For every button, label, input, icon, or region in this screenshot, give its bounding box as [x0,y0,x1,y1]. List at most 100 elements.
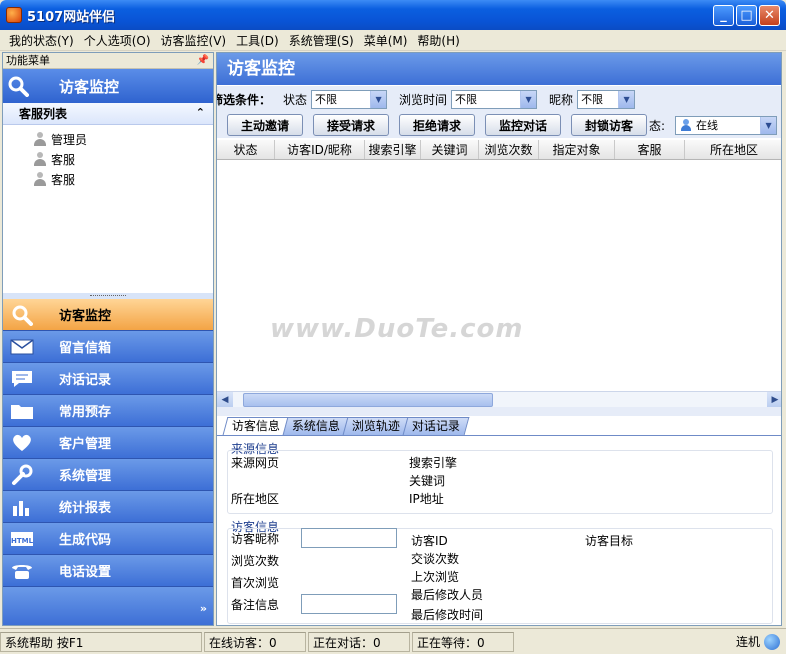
nickname-filter-value: 不限 [581,92,604,106]
search-icon [3,75,33,97]
status-chatting: 正在对话：0 [308,631,410,652]
col-keyword[interactable]: 关键词 [421,140,479,159]
function-menu-header: 功能菜单 📌 [3,53,213,69]
tab-chat-records[interactable]: 对话记录 [402,417,470,435]
mail-icon [7,335,37,359]
heart-icon [7,431,37,455]
user-name: 客服 [51,172,76,187]
tab-label: 浏览轨迹 [351,419,400,433]
nav-item-visitor-monitor[interactable]: 访客监控 [3,299,213,331]
action-toolbar: 主动邀请 接受请求 拒绝请求 监控对话 封锁访客 态: 在线 ▼ [217,112,781,138]
chevron-down-icon[interactable]: ▼ [370,90,387,108]
user-icon [33,132,47,146]
list-item[interactable]: 客服 [33,149,213,169]
tab-label: 系统信息 [291,419,340,433]
window-title: 5107网站伴侣 [27,9,116,25]
last-editor-label: 最后修改人员 [411,588,484,602]
filter-label: 筛选条件： [216,92,272,107]
scroll-left-icon[interactable]: ◀ [217,391,233,408]
chevron-down-icon[interactable]: ▼ [760,116,777,134]
chevron-down-icon[interactable]: ▼ [618,90,635,108]
nav-item-stat-report[interactable]: 统计报表 [3,491,213,523]
browse-count-label: 浏览次数 [231,554,280,568]
menu-visitor-monitor[interactable]: 访客监控(V) [156,32,232,49]
accept-request-button[interactable]: 接受请求 [313,114,389,136]
nav-list: 访客监控 留言信箱 对话记录 常用预存 客户管理 系统管理 统计报表 HTML [3,299,213,625]
html-icon: HTML [7,527,37,551]
user-icon [33,152,47,166]
status-help: 系统帮助 按F1 [0,631,202,652]
invite-button[interactable]: 主动邀请 [227,114,303,136]
connection-status[interactable]: 连机 [736,633,786,650]
col-status[interactable]: 状态 [217,140,275,159]
nav-item-phone-settings[interactable]: 电话设置 [3,555,213,587]
browse-time-value: 不限 [455,92,478,106]
scroll-thumb[interactable] [243,392,493,407]
menu-menu[interactable]: 菜单(M) [359,32,413,49]
tab-browse-trail[interactable]: 浏览轨迹 [342,417,410,435]
col-assigned-to[interactable]: 指定对象 [539,140,615,159]
grip-icon [90,295,126,297]
col-agent[interactable]: 客服 [615,140,685,159]
nav-label: 留言信箱 [59,341,112,356]
reject-request-button[interactable]: 拒绝请求 [399,114,475,136]
note-label: 备注信息 [231,598,280,612]
nav-item-gen-code[interactable]: HTML 生成代码 [3,523,213,555]
pin-icon[interactable]: 📌 [197,53,209,69]
banner-title: 访客监控 [59,77,120,96]
list-item[interactable]: 管理员 [33,129,213,149]
phone-icon [7,559,37,583]
visitor-grid-body[interactable] [217,160,781,392]
app-icon [6,7,22,23]
browse-time-select[interactable]: 不限 ▼ [451,89,538,109]
close-button[interactable]: ✕ [759,5,780,26]
note-input[interactable] [301,594,397,614]
status-bar: 系统帮助 按F1 在线访客：0 正在对话：0 正在等待：0 连机 [0,628,786,654]
menu-personal-options[interactable]: 个人选项(O) [79,32,156,49]
keyword-label: 关键词 [409,474,446,488]
state-label: 态: [649,118,666,133]
tab-visitor-info[interactable]: 访客信息 [222,417,290,435]
panel-splitter[interactable] [217,407,781,416]
chat-count-label: 交谈次数 [411,552,460,566]
watermark: www.DuoTe.com [270,314,524,344]
collapse-up-icon[interactable]: ⌃ [196,106,205,119]
nav-label: 统计报表 [59,501,112,516]
col-region[interactable]: 所在地区 [685,140,781,159]
chevron-down-icon[interactable]: ▼ [520,90,537,108]
nav-item-customer-manage[interactable]: 客户管理 [3,427,213,459]
menu-system-manage[interactable]: 系统管理(S) [284,32,359,49]
menu-my-status[interactable]: 我的状态(Y) [4,32,79,49]
status-waiting: 正在等待：0 [412,631,514,652]
user-icon [33,172,47,186]
col-browse-count[interactable]: 浏览次数 [479,140,539,159]
service-list-header[interactable]: 客服列表 ⌃ [3,103,213,125]
col-search-engine[interactable]: 搜索引擎 [365,140,421,159]
nav-label: 电话设置 [59,565,112,580]
menu-help[interactable]: 帮助(H) [412,32,464,49]
online-state-value: 在线 [696,118,719,132]
nickname-input[interactable] [301,528,397,548]
maximize-button[interactable]: □ [736,5,757,26]
list-item[interactable]: 客服 [33,169,213,189]
monitor-chat-button[interactable]: 监控对话 [485,114,561,136]
nav-item-system-manage[interactable]: 系统管理 [3,459,213,491]
title-bar[interactable]: 5107网站伴侣 _ □ ✕ [0,0,786,30]
detail-tabs: 访客信息 系统信息 浏览轨迹 对话记录 [222,417,470,435]
nav-item-presets[interactable]: 常用预存 [3,395,213,427]
nav-item-chat-records[interactable]: 对话记录 [3,363,213,395]
tab-system-info[interactable]: 系统信息 [282,417,350,435]
expand-more-icon[interactable]: » [200,602,207,615]
nickname-filter-select[interactable]: 不限 ▼ [577,89,636,109]
status-filter-select[interactable]: 不限 ▼ [311,89,388,109]
block-visitor-button[interactable]: 封锁访客 [571,114,647,136]
status-filter-value: 不限 [315,92,338,106]
minimize-button[interactable]: _ [713,5,734,26]
nav-item-message-box[interactable]: 留言信箱 [3,331,213,363]
search-icon [7,303,37,327]
online-state-select[interactable]: 在线 ▼ [675,115,778,135]
menu-tools[interactable]: 工具(D) [231,32,284,49]
horizontal-scrollbar[interactable]: ◀ ▶ [217,391,781,408]
scroll-right-icon[interactable]: ▶ [767,391,781,408]
col-visitor-id[interactable]: 访客ID/昵称 [275,140,365,159]
